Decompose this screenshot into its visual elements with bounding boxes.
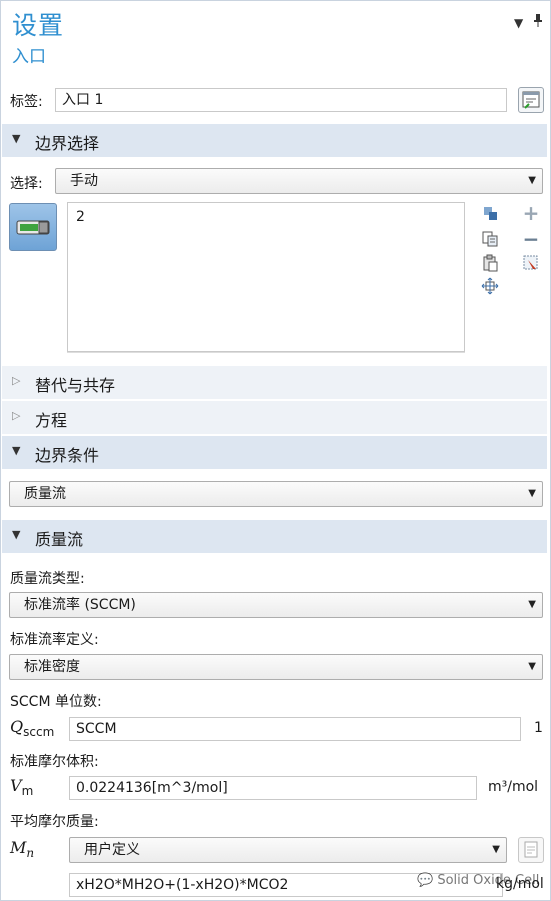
vm-symbol: Vm bbox=[10, 776, 34, 799]
page-title: 设置 bbox=[12, 11, 65, 40]
section-title: 质量流 bbox=[35, 530, 84, 549]
clear-selection-icon[interactable] bbox=[522, 254, 540, 272]
section-title: 边界条件 bbox=[35, 446, 100, 465]
section-mass-flow[interactable]: ▼ 质量流 bbox=[2, 520, 547, 553]
boundary-condition-value: 质量流 bbox=[24, 486, 66, 502]
std-molar-volume-label: 标准摩尔体积: bbox=[10, 754, 99, 770]
vm-input[interactable]: 0.0224136[m^3/mol] bbox=[69, 776, 477, 800]
vm-unit: m³/mol bbox=[488, 779, 539, 795]
chevron-down-icon: ▼ bbox=[528, 175, 536, 186]
pin-icon[interactable] bbox=[533, 14, 543, 30]
chevron-down-icon: ▼ bbox=[528, 488, 536, 499]
chevron-down-icon: ▼ bbox=[528, 599, 536, 610]
document-icon bbox=[524, 841, 538, 858]
chat-bubble-icon: 💬 bbox=[417, 873, 434, 888]
selection-dropdown[interactable]: 手动 ▼ bbox=[55, 168, 543, 194]
page-subtitle: 入口 bbox=[12, 47, 46, 67]
add-to-selection-icon[interactable]: + bbox=[522, 203, 540, 223]
mn-unit: kg/mol bbox=[496, 876, 544, 892]
selection-list-item[interactable]: 2 bbox=[76, 209, 85, 225]
label-input[interactable]: 入口 1 bbox=[55, 88, 507, 112]
q-sccm-unit: 1 bbox=[534, 720, 543, 736]
section-boundary-condition[interactable]: ▼ 边界条件 bbox=[2, 436, 547, 469]
q-sccm-symbol: Qsccm bbox=[10, 717, 55, 740]
mn-source-value: 用户定义 bbox=[84, 842, 140, 858]
chevron-down-icon: ▼ bbox=[492, 844, 500, 855]
mass-flow-type-label: 质量流类型: bbox=[10, 571, 85, 587]
selection-value: 手动 bbox=[70, 173, 98, 189]
zoom-to-selection-icon[interactable] bbox=[481, 277, 499, 295]
paste-selection-icon[interactable] bbox=[481, 204, 499, 222]
selection-list[interactable]: 2 bbox=[67, 202, 465, 352]
selection-caption: 选择: bbox=[10, 176, 43, 192]
section-equation[interactable]: ▷ 方程 bbox=[2, 401, 547, 434]
activate-selection-toggle[interactable] bbox=[9, 203, 57, 251]
section-override[interactable]: ▷ 替代与共存 bbox=[2, 366, 547, 399]
sccm-units-label: SCCM 单位数: bbox=[10, 694, 102, 710]
label-edit-button[interactable] bbox=[518, 87, 544, 113]
mn-edit-button[interactable] bbox=[518, 837, 544, 863]
mean-molar-mass-label: 平均摩尔质量: bbox=[10, 814, 99, 830]
std-flow-def-label: 标准流率定义: bbox=[10, 632, 99, 648]
collapsed-icon: ▷ bbox=[12, 374, 21, 387]
expanded-icon: ▼ bbox=[12, 444, 21, 457]
chevron-down-icon: ▼ bbox=[528, 661, 536, 672]
remove-from-selection-icon[interactable]: − bbox=[522, 229, 540, 249]
collapsed-icon: ▷ bbox=[12, 409, 21, 422]
boundary-condition-dropdown[interactable]: 质量流 ▼ bbox=[9, 481, 543, 507]
clipboard-icon[interactable] bbox=[481, 254, 499, 272]
std-flow-def-dropdown[interactable]: 标准密度 ▼ bbox=[9, 654, 543, 680]
section-title: 方程 bbox=[35, 411, 68, 430]
expanded-icon: ▼ bbox=[12, 132, 21, 145]
q-sccm-input[interactable]: SCCM bbox=[69, 717, 521, 741]
triangle-down-icon[interactable]: ▼ bbox=[514, 16, 523, 30]
mn-symbol: Mn bbox=[10, 838, 35, 861]
copy-selection-icon[interactable] bbox=[481, 230, 499, 248]
mn-source-dropdown[interactable]: 用户定义 ▼ bbox=[69, 837, 507, 863]
section-title: 边界选择 bbox=[35, 134, 100, 153]
panel-controls: ▼ bbox=[514, 14, 543, 30]
expanded-icon: ▼ bbox=[12, 528, 21, 541]
mass-flow-type-value: 标准流率 (SCCM) bbox=[24, 597, 136, 613]
std-flow-def-value: 标准密度 bbox=[24, 659, 80, 675]
toggle-switch-icon bbox=[16, 220, 50, 235]
section-boundary-selection[interactable]: ▼ 边界选择 bbox=[2, 124, 547, 157]
label-edit-icon bbox=[522, 91, 540, 109]
mass-flow-type-dropdown[interactable]: 标准流率 (SCCM) ▼ bbox=[9, 592, 543, 618]
section-title: 替代与共存 bbox=[35, 376, 116, 395]
label-caption: 标签: bbox=[10, 94, 43, 110]
